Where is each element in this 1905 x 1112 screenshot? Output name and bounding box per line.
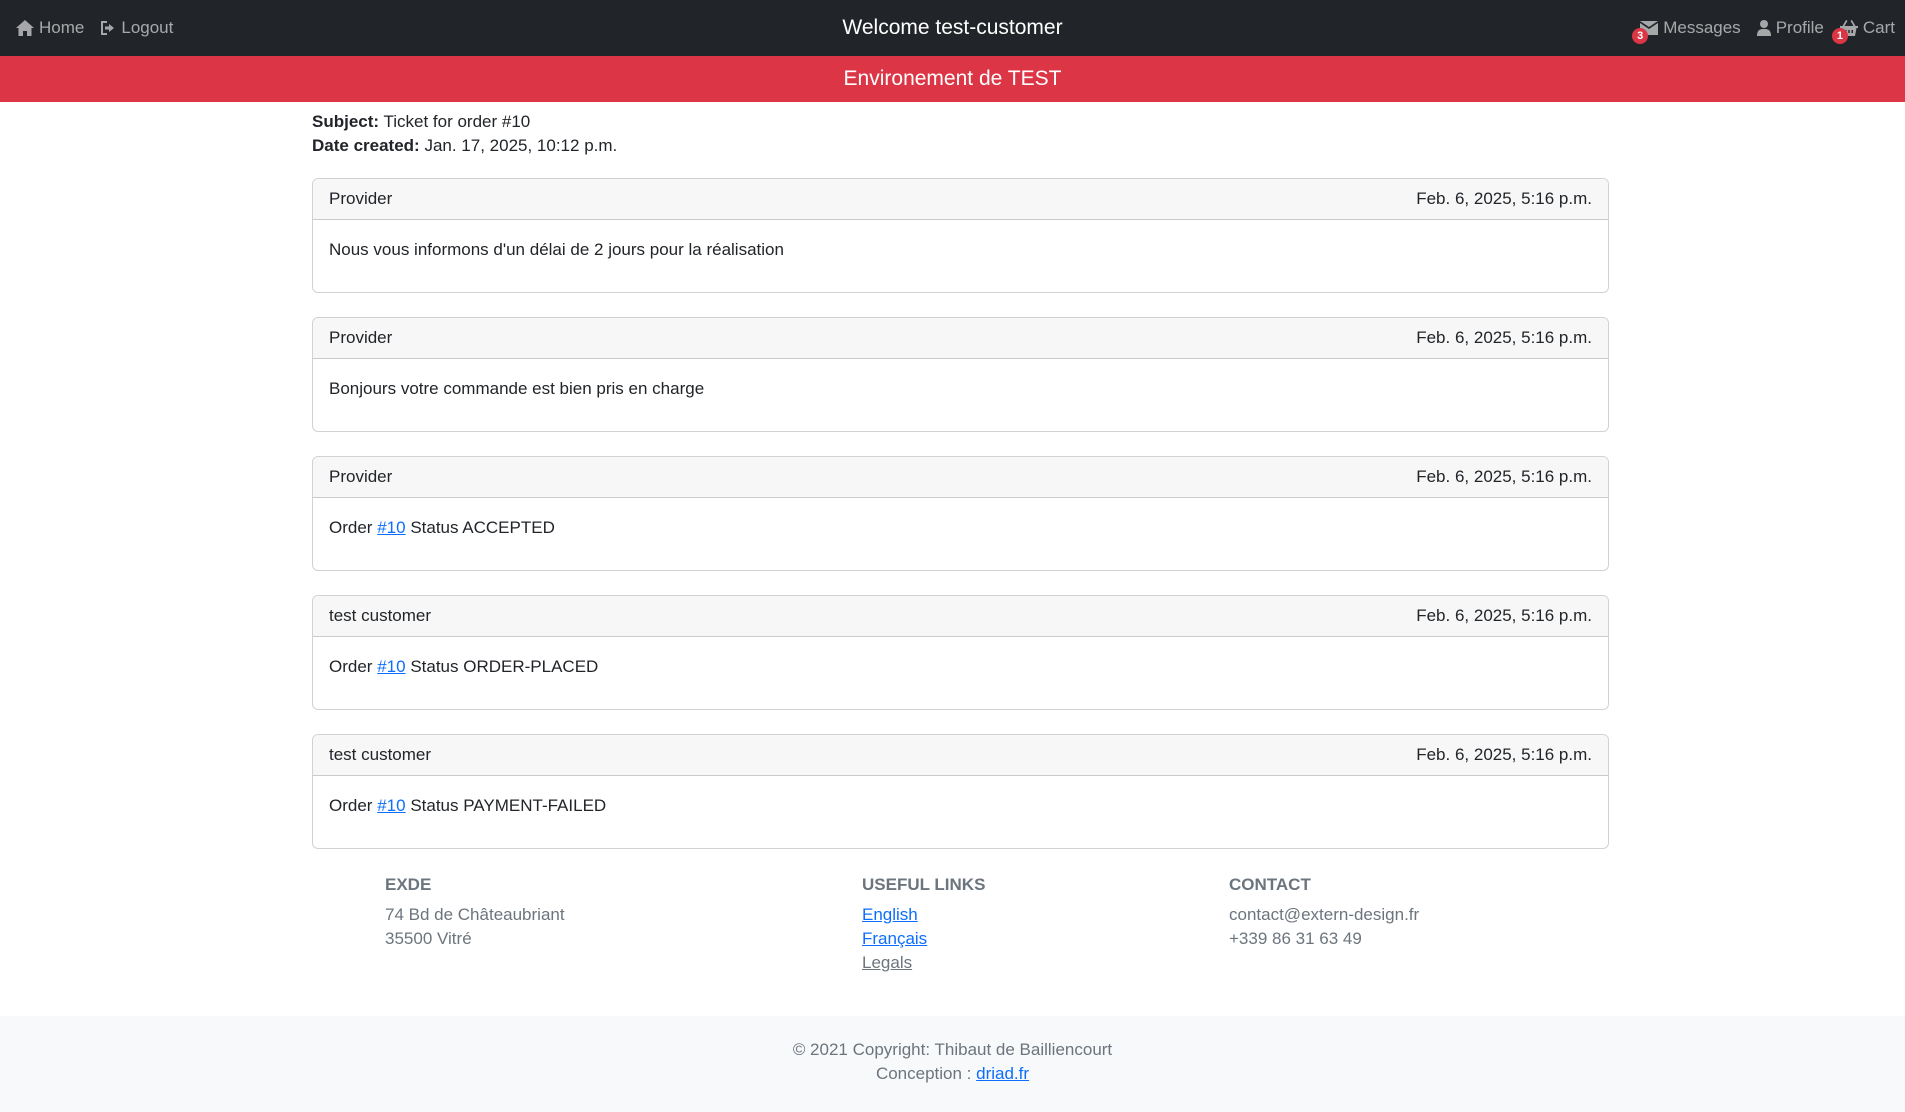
logout-icon bbox=[101, 21, 115, 35]
order-link[interactable]: #10 bbox=[377, 657, 405, 676]
subject-value: Ticket for order #10 bbox=[383, 112, 531, 131]
message-author: test customer bbox=[329, 745, 432, 764]
messages-label: Messages bbox=[1663, 18, 1741, 37]
message-header: Provider Feb. 6, 2025, 5:16 p.m. bbox=[313, 179, 1608, 220]
message-card: Provider Feb. 6, 2025, 5:16 p.m. Order #… bbox=[312, 456, 1609, 571]
language-french-link[interactable]: Français bbox=[862, 927, 985, 951]
environment-banner: Environement de TEST bbox=[0, 56, 1905, 102]
address-line-2: 35500 Vitré bbox=[385, 929, 472, 948]
welcome-title: Welcome test-customer bbox=[842, 16, 1063, 39]
message-date: Feb. 6, 2025, 5:16 p.m. bbox=[1416, 745, 1592, 764]
message-body: Bonjours votre commande est bien pris en… bbox=[313, 359, 1608, 431]
date-created-label: Date created: bbox=[312, 136, 420, 155]
footer-columns: EXDE 74 Bd de Châteaubriant 35500 Vitré … bbox=[385, 873, 1485, 993]
message-prefix: Order bbox=[329, 796, 373, 815]
subject-label: Subject: bbox=[312, 112, 380, 131]
cart-badge: 1 bbox=[1831, 28, 1848, 44]
home-icon bbox=[16, 20, 34, 36]
messages-link[interactable]: 3 Messages bbox=[1632, 18, 1741, 44]
top-navbar: Home Logout Welcome test-customer 3 Mess… bbox=[0, 0, 1905, 56]
nav-left: Home Logout bbox=[16, 0, 173, 56]
message-header: Provider Feb. 6, 2025, 5:16 p.m. bbox=[313, 457, 1608, 498]
message-author: test customer bbox=[329, 606, 432, 625]
footer-copyright: © 2021 Copyright: Thibaut de Bailliencou… bbox=[0, 1016, 1905, 1112]
message-body: Nous vous informons d'un délai de 2 jour… bbox=[313, 220, 1608, 292]
legals-link[interactable]: Legals bbox=[862, 951, 985, 975]
profile-label: Profile bbox=[1775, 18, 1824, 37]
home-link[interactable]: Home bbox=[16, 18, 84, 38]
message-body: Order #10 Status PAYMENT-FAILED bbox=[313, 776, 1608, 848]
contact-phone: +339 86 31 63 49 bbox=[1229, 929, 1362, 948]
company-heading: EXDE bbox=[385, 875, 432, 894]
message-body: Order #10 Status ORDER-PLACED bbox=[313, 637, 1608, 709]
conception-label: Conception : bbox=[875, 1064, 972, 1083]
message-status: Status PAYMENT-FAILED bbox=[410, 796, 607, 815]
contact-heading: CONTACT bbox=[1229, 875, 1311, 894]
order-link[interactable]: #10 bbox=[377, 796, 405, 815]
ticket-detail: Subject: Ticket for order #10 Date creat… bbox=[312, 110, 1609, 873]
ticket-subject: Subject: Ticket for order #10 bbox=[312, 110, 1609, 134]
date-created-value: Jan. 17, 2025, 10:12 p.m. bbox=[424, 136, 618, 155]
message-body: Order #10 Status ACCEPTED bbox=[313, 498, 1608, 570]
home-label: Home bbox=[39, 18, 85, 37]
cart-link[interactable]: 1 Cart bbox=[1831, 18, 1905, 44]
conception-link[interactable]: driad.fr bbox=[976, 1064, 1029, 1083]
ticket-date-created: Date created: Jan. 17, 2025, 10:12 p.m. bbox=[312, 134, 1609, 158]
message-card: Provider Feb. 6, 2025, 5:16 p.m. Nous vo… bbox=[312, 178, 1609, 293]
language-english-link[interactable]: English bbox=[862, 903, 985, 927]
message-card: test customer Feb. 6, 2025, 5:16 p.m. Or… bbox=[312, 595, 1609, 710]
footer-contact: CONTACT contact@extern-design.fr +339 86… bbox=[1229, 873, 1419, 951]
message-header: test customer Feb. 6, 2025, 5:16 p.m. bbox=[313, 735, 1608, 776]
order-link[interactable]: #10 bbox=[377, 518, 405, 537]
user-icon bbox=[1756, 20, 1771, 36]
copyright-text: © 2021 Copyright: Thibaut de Bailliencou… bbox=[792, 1040, 1113, 1059]
address-line-1: 74 Bd de Châteaubriant bbox=[385, 905, 565, 924]
cart-label: Cart bbox=[1862, 18, 1895, 37]
messages-badge: 3 bbox=[1632, 28, 1649, 44]
message-list: Provider Feb. 6, 2025, 5:16 p.m. Nous vo… bbox=[312, 178, 1609, 849]
message-text: Nous vous informons d'un délai de 2 jour… bbox=[329, 240, 784, 259]
footer-company: EXDE 74 Bd de Châteaubriant 35500 Vitré bbox=[385, 873, 565, 951]
profile-link[interactable]: Profile bbox=[1756, 18, 1824, 38]
message-card: test customer Feb. 6, 2025, 5:16 p.m. Or… bbox=[312, 734, 1609, 849]
message-date: Feb. 6, 2025, 5:16 p.m. bbox=[1416, 328, 1592, 347]
message-header: Provider Feb. 6, 2025, 5:16 p.m. bbox=[313, 318, 1608, 359]
conception-line: Conception : driad.fr bbox=[0, 1062, 1905, 1086]
message-status: Status ORDER-PLACED bbox=[410, 657, 599, 676]
message-date: Feb. 6, 2025, 5:16 p.m. bbox=[1416, 189, 1592, 208]
message-text: Bonjours votre commande est bien pris en… bbox=[329, 379, 705, 398]
message-prefix: Order bbox=[329, 518, 373, 537]
message-author: Provider bbox=[329, 467, 393, 486]
message-date: Feb. 6, 2025, 5:16 p.m. bbox=[1416, 606, 1592, 625]
useful-links-heading: USEFUL LINKS bbox=[862, 875, 986, 894]
logout-link[interactable]: Logout bbox=[100, 18, 173, 38]
message-date: Feb. 6, 2025, 5:16 p.m. bbox=[1416, 467, 1592, 486]
logout-label: Logout bbox=[121, 18, 174, 37]
message-prefix: Order bbox=[329, 657, 373, 676]
message-status: Status ACCEPTED bbox=[410, 518, 555, 537]
nav-right: 3 Messages Profile 1 Cart bbox=[1632, 0, 1905, 56]
message-header: test customer Feb. 6, 2025, 5:16 p.m. bbox=[313, 596, 1608, 637]
footer-useful-links: USEFUL LINKS English Français Legals bbox=[862, 873, 985, 975]
contact-email: contact@extern-design.fr bbox=[1229, 905, 1420, 924]
message-author: Provider bbox=[329, 328, 393, 347]
message-author: Provider bbox=[329, 189, 393, 208]
message-card: Provider Feb. 6, 2025, 5:16 p.m. Bonjour… bbox=[312, 317, 1609, 432]
